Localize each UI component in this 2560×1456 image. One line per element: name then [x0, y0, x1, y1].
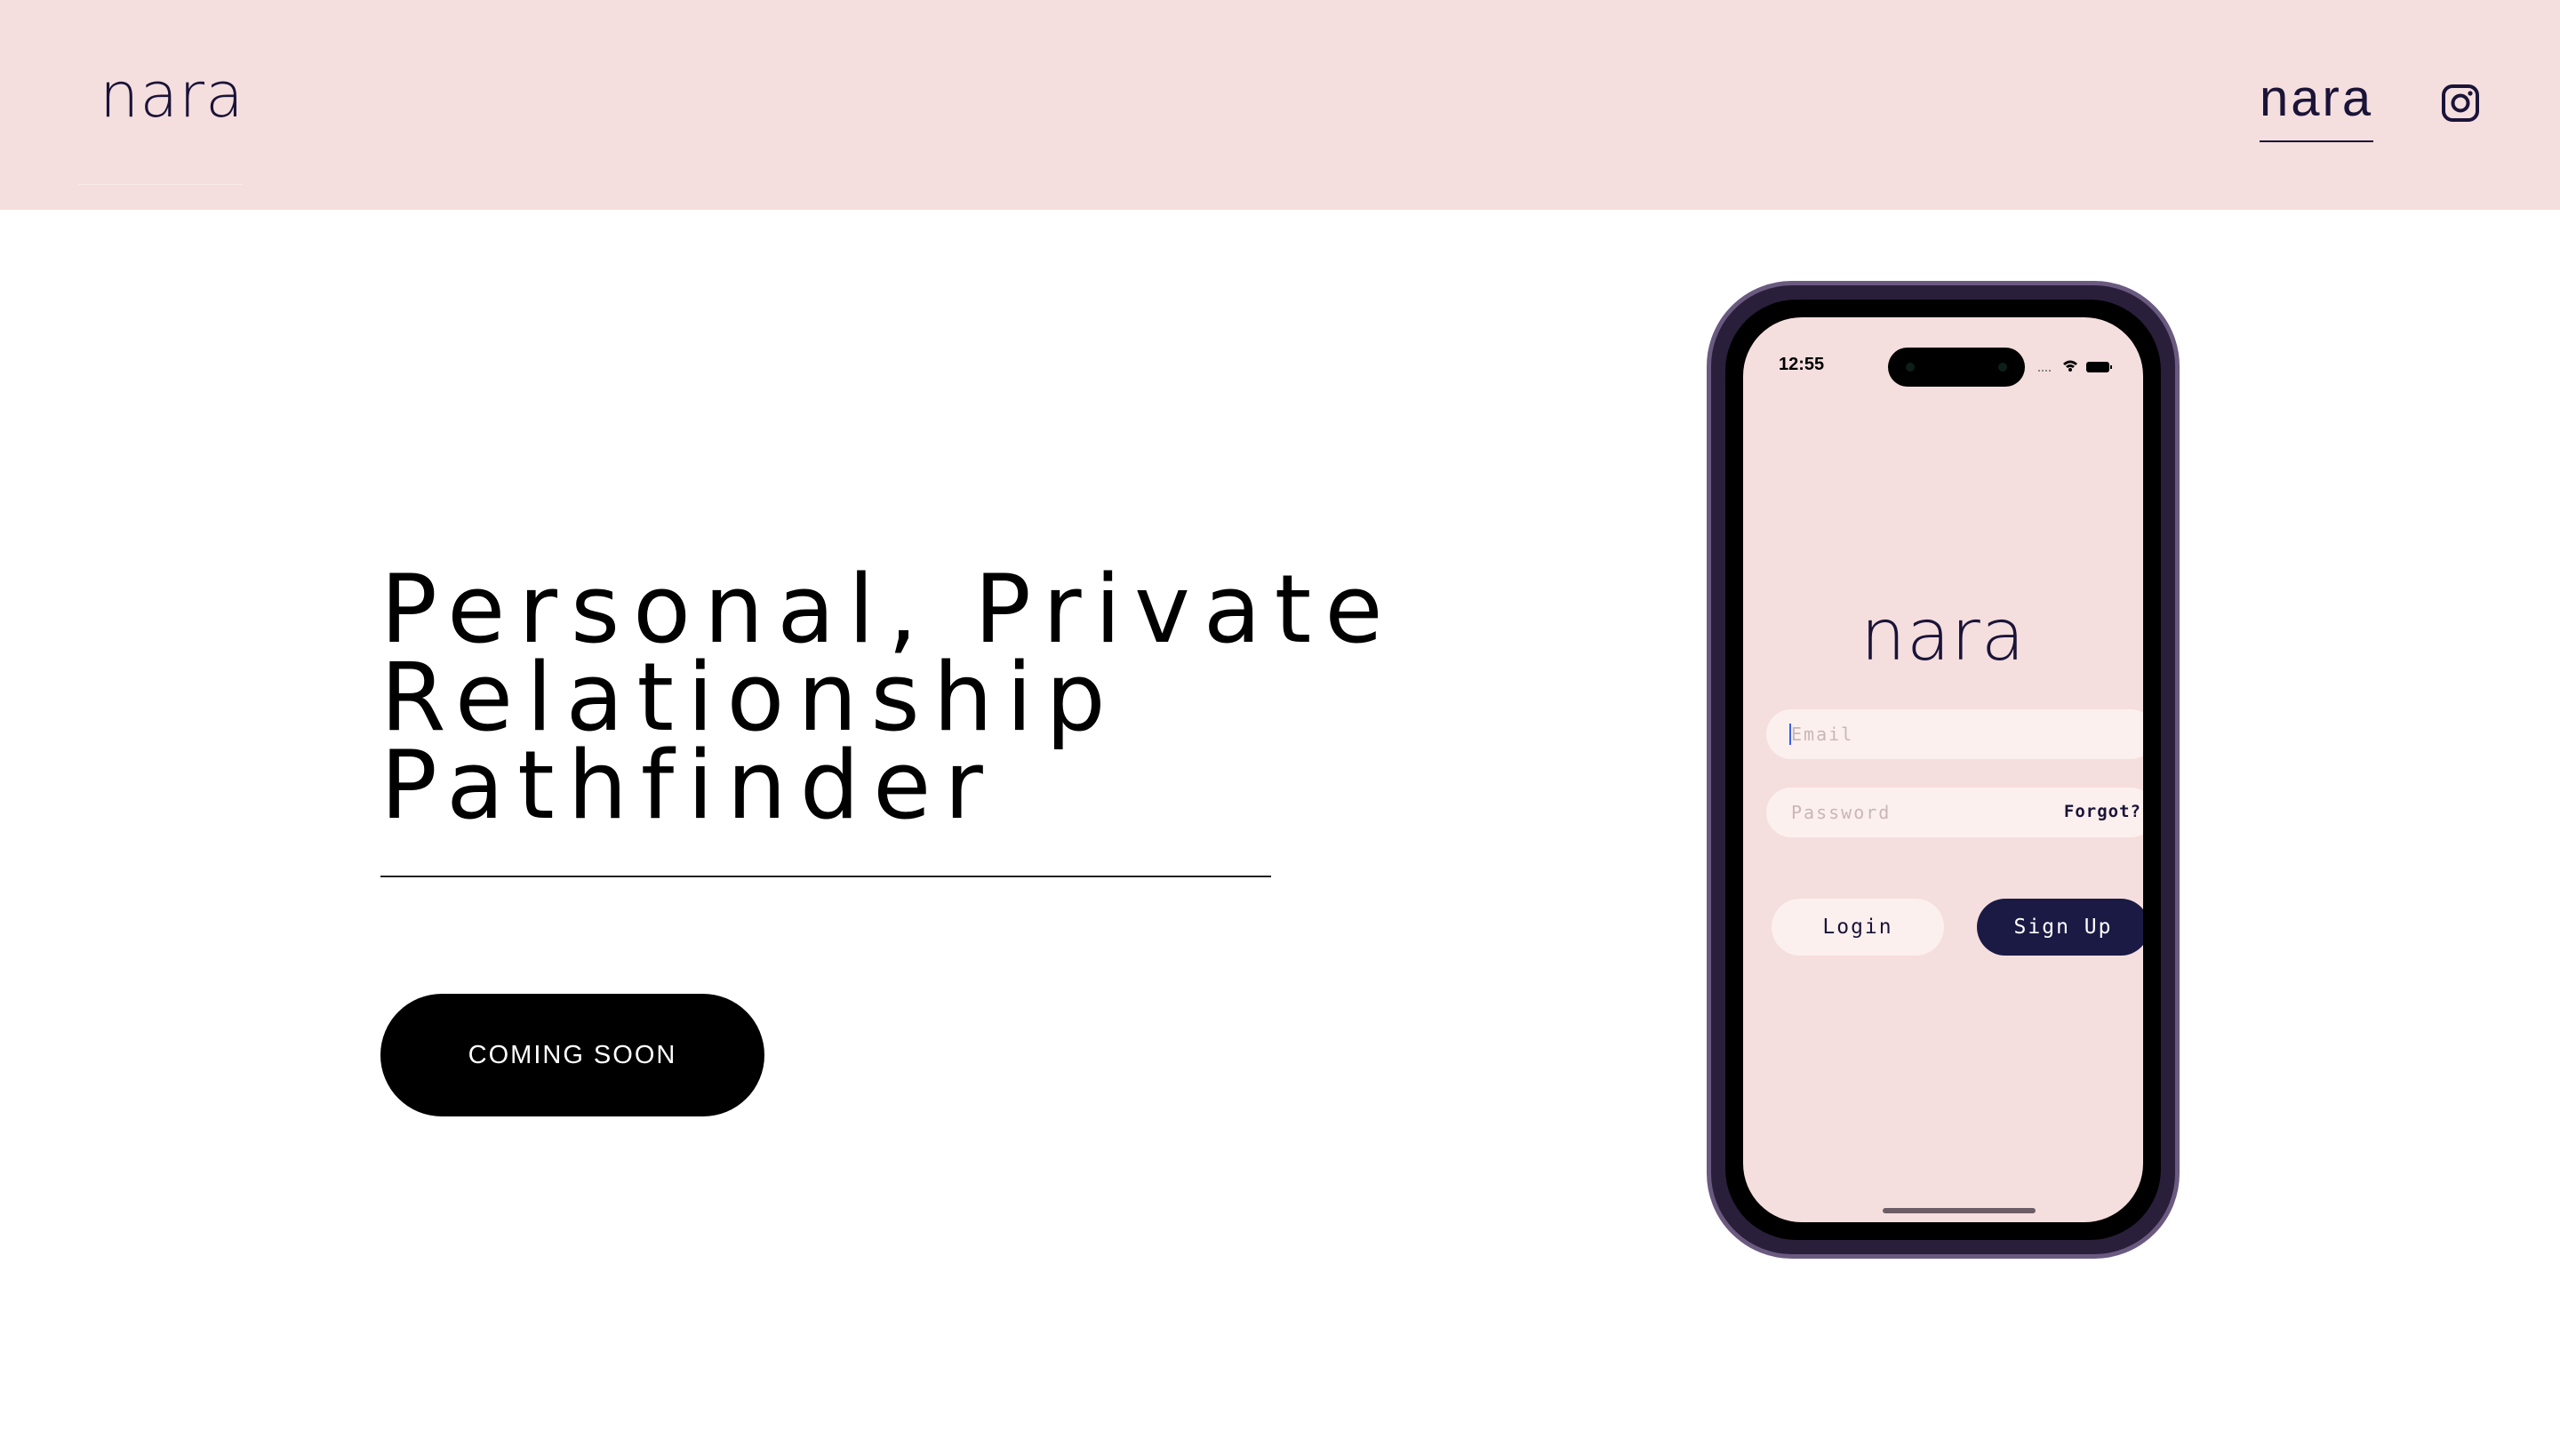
email-field[interactable]	[1766, 709, 2143, 759]
instagram-icon[interactable]	[2441, 84, 2480, 123]
site-header: nara nara	[0, 0, 2560, 210]
headline-line-3: Pathfinder	[380, 731, 996, 840]
forgot-password-link[interactable]: Forgot?	[2064, 802, 2141, 821]
headline-line-2: Relationship	[380, 643, 1119, 752]
sign-up-button[interactable]: Sign Up	[1977, 899, 2143, 956]
dynamic-island	[1888, 348, 2025, 387]
nav-link-nara[interactable]: nara	[2260, 73, 2374, 142]
battery-icon	[2086, 362, 2112, 372]
signal-icon	[2038, 370, 2051, 372]
hero-headline: Personal, Private Relationship Pathfinde…	[380, 555, 1396, 840]
wifi-icon	[2063, 360, 2077, 372]
sensor-icon	[1906, 363, 1915, 372]
app-logo: nara	[1860, 594, 2026, 676]
phone-bezel: 12:55 nara Email Forgot? Login Sign Up	[1725, 300, 2161, 1240]
password-field[interactable]: Forgot?	[1766, 788, 2143, 837]
phone-screen: 12:55 nara Email Forgot? Login Sign Up	[1743, 317, 2143, 1222]
site-logo: nara	[100, 59, 244, 132]
coming-soon-button[interactable]: COMING SOON	[380, 994, 764, 1116]
home-indicator[interactable]	[1883, 1208, 2036, 1213]
password-input[interactable]	[1789, 788, 2056, 837]
login-button[interactable]: Login	[1772, 899, 1944, 956]
headline-divider	[380, 876, 1271, 877]
email-input[interactable]	[1789, 709, 2056, 759]
phone-mockup: 12:55 nara Email Forgot? Login Sign Up	[1707, 281, 2180, 1259]
logo-link[interactable]: nara	[78, 53, 244, 185]
headline-line-1: Personal, Private	[380, 555, 1396, 664]
status-time: 12:55	[1779, 355, 1825, 374]
camera-icon	[1998, 363, 2007, 372]
status-icons	[2038, 360, 2112, 372]
